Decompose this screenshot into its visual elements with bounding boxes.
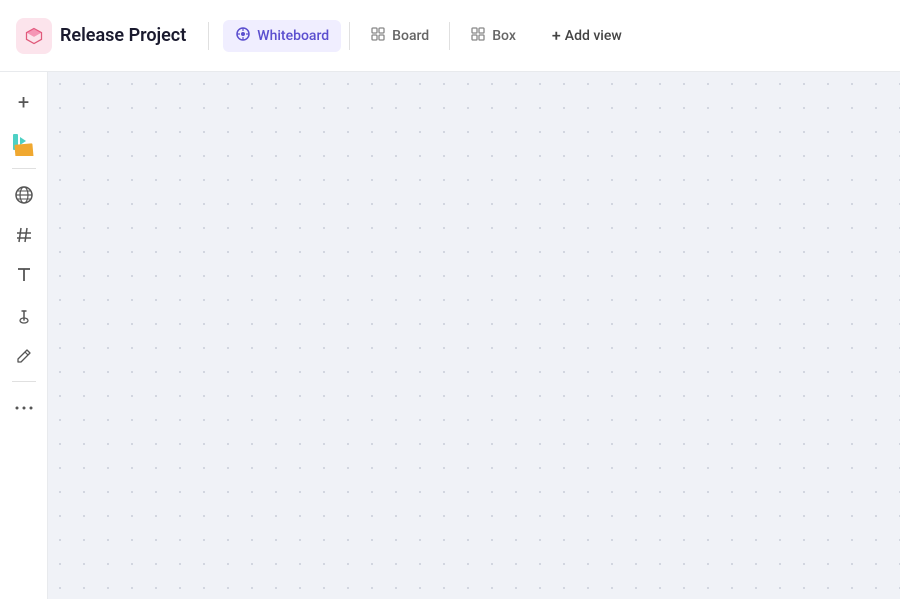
add-icon: + [18,90,29,114]
tab-divider-2 [449,22,450,50]
whiteboard-tab-icon [235,26,251,46]
sidebar-sticky-tool[interactable] [6,124,42,160]
sidebar-add-button[interactable]: + [6,84,42,120]
sidebar: + [0,72,48,599]
nav-tabs: Whiteboard Board [223,20,528,52]
globe-icon [14,185,34,205]
pencil-icon [15,346,33,364]
text-icon [15,266,33,284]
sidebar-hash-button[interactable] [6,217,42,253]
sidebar-separator-1 [12,168,36,169]
project-title: Release Project [60,25,186,46]
sticky-note-icon [10,128,38,156]
header-divider [208,22,209,50]
sidebar-text-button[interactable] [6,257,42,293]
sidebar-more-button[interactable] [6,390,42,426]
header: Release Project Whiteboard [0,0,900,72]
sidebar-link-button[interactable] [6,297,42,333]
sidebar-draw-button[interactable] [6,337,42,373]
tab-whiteboard[interactable]: Whiteboard [223,20,341,52]
link-icon [15,306,33,324]
add-view-button[interactable]: + Add view [540,20,634,51]
board-tab-label: Board [392,28,429,44]
add-view-plus-icon: + [552,26,561,45]
main-content: + [0,72,900,599]
box-tab-icon [470,26,486,46]
tab-board[interactable]: Board [358,20,441,52]
project-icon [16,18,52,54]
tab-divider-1 [349,22,350,50]
add-view-label: Add view [565,28,622,44]
sidebar-globe-button[interactable] [6,177,42,213]
whiteboard-tab-label: Whiteboard [257,28,329,44]
tab-box[interactable]: Box [458,20,528,52]
sidebar-separator-2 [12,381,36,382]
box-tab-label: Box [492,28,516,44]
more-icon [15,405,33,411]
whiteboard-canvas[interactable] [48,72,900,599]
board-tab-icon [370,26,386,46]
hash-icon [15,226,33,244]
